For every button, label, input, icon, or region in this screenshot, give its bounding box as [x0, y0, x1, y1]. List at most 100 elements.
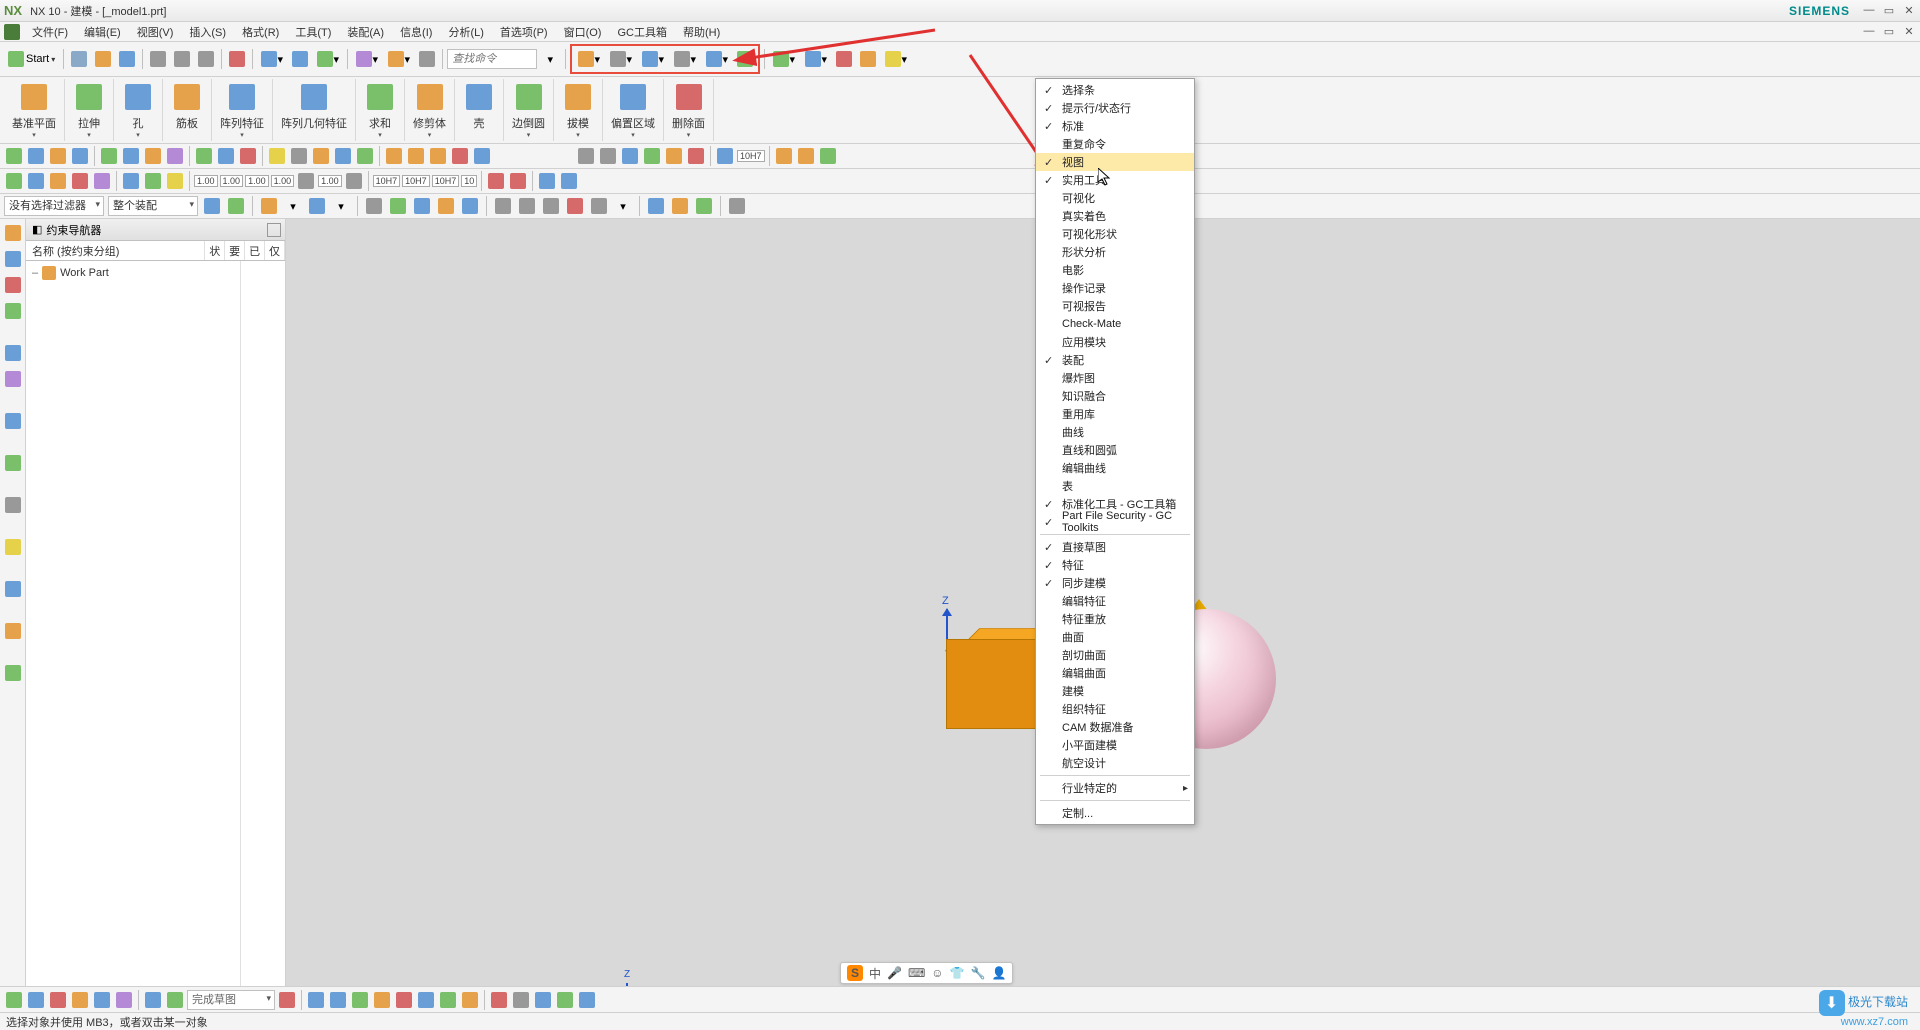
ctx-item[interactable]: 重复命令	[1036, 135, 1194, 153]
st2-btn6[interactable]	[121, 171, 141, 191]
save-button[interactable]	[116, 48, 138, 70]
ctx-item[interactable]: 可视化	[1036, 189, 1194, 207]
st1-btn21[interactable]	[472, 146, 492, 166]
ctx-item[interactable]: 同步建模	[1036, 574, 1194, 592]
st2-btn11[interactable]	[486, 171, 506, 191]
ctx-item[interactable]: 直接草图	[1036, 538, 1194, 556]
ctx-item[interactable]: 编辑曲面	[1036, 664, 1194, 682]
st2-btn4[interactable]	[70, 171, 90, 191]
ctx-item[interactable]: 直线和圆弧	[1036, 441, 1194, 459]
menu-analysis[interactable]: 分析(L)	[440, 22, 491, 42]
st1-btn30[interactable]	[796, 146, 816, 166]
ctx-item[interactable]: 曲面	[1036, 628, 1194, 646]
rg-offset-region[interactable]: 偏置区域▾	[603, 79, 664, 141]
ctx-item[interactable]: 曲线	[1036, 423, 1194, 441]
fb-btn7[interactable]	[364, 196, 384, 216]
rg-draft[interactable]: 拔模▾	[554, 79, 603, 141]
st1-btn2[interactable]	[26, 146, 46, 166]
ctx-item[interactable]: 提示行/状态行	[1036, 99, 1194, 117]
resource-history-button[interactable]	[3, 453, 23, 473]
st1-btn18[interactable]	[406, 146, 426, 166]
bt-btn21[interactable]	[555, 990, 575, 1010]
st2-btn14[interactable]	[559, 171, 579, 191]
doc-restore-button[interactable]: ▭	[1882, 25, 1896, 39]
fb-btn11[interactable]	[460, 196, 480, 216]
fb-btn9[interactable]	[412, 196, 432, 216]
ctx-item[interactable]: 标准	[1036, 117, 1194, 135]
st1-btn17[interactable]	[384, 146, 404, 166]
menu-gctoolkit[interactable]: GC工具箱	[609, 22, 675, 42]
nav-col-1[interactable]: 状	[205, 241, 225, 260]
fb-btn15[interactable]	[565, 196, 585, 216]
ctx-item[interactable]: 操作记录	[1036, 279, 1194, 297]
rg-rib[interactable]: 筋板	[163, 79, 212, 141]
ctx-item[interactable]: 编辑曲线	[1036, 459, 1194, 477]
menu-tools[interactable]: 工具(T)	[287, 22, 339, 42]
ctx-item[interactable]: 剖切曲面	[1036, 646, 1194, 664]
minimize-button[interactable]: —	[1862, 4, 1876, 18]
fb-btn18[interactable]	[646, 196, 666, 216]
ime-lang[interactable]: 中	[869, 965, 881, 982]
ctx-item[interactable]: Part File Security - GC Toolkits	[1036, 513, 1194, 531]
st1-btn3[interactable]	[48, 146, 68, 166]
bt-btn3[interactable]	[48, 990, 68, 1010]
doc-minimize-button[interactable]: —	[1862, 25, 1876, 39]
bt-btn10[interactable]	[306, 990, 326, 1010]
resource-library-button[interactable]	[3, 369, 23, 389]
measure-button[interactable]: ▾	[352, 48, 382, 70]
resource-last-button[interactable]	[3, 663, 23, 683]
ctx-item[interactable]: 表	[1036, 477, 1194, 495]
ctx-item[interactable]: 选择条	[1036, 81, 1194, 99]
rg-pattern-feature[interactable]: 阵列特征▾	[212, 79, 273, 141]
bt-btn18[interactable]	[489, 990, 509, 1010]
resource-assy-button[interactable]	[3, 275, 23, 295]
ctx-item[interactable]: 形状分析	[1036, 243, 1194, 261]
ime-voice-icon[interactable]: 🎤	[887, 966, 902, 980]
st1-btn14[interactable]	[311, 146, 331, 166]
st1-btn6[interactable]	[121, 146, 141, 166]
model-cube[interactable]	[946, 639, 1046, 739]
menu-file[interactable]: 文件(F)	[24, 22, 76, 42]
rg-unite[interactable]: 求和▾	[356, 79, 405, 141]
ime-keyboard-icon[interactable]: ⌨	[908, 966, 925, 980]
st1-btn16[interactable]	[355, 146, 375, 166]
st1-btn7[interactable]	[143, 146, 163, 166]
resource-reuse-button[interactable]	[3, 343, 23, 363]
bt-btn6[interactable]	[114, 990, 134, 1010]
resource-part-button[interactable]	[3, 249, 23, 269]
st1-btn15[interactable]	[333, 146, 353, 166]
bt-btn2[interactable]	[26, 990, 46, 1010]
st1-btn19[interactable]	[428, 146, 448, 166]
resource-tool1-button[interactable]	[3, 537, 23, 557]
restore-button[interactable]: ▭	[1882, 4, 1896, 18]
ctx-item[interactable]: 编辑特征	[1036, 592, 1194, 610]
fb-btn10[interactable]	[436, 196, 456, 216]
menu-insert[interactable]: 插入(S)	[181, 22, 234, 42]
st2-btn2[interactable]	[26, 171, 46, 191]
ctx-item[interactable]: 真实着色	[1036, 207, 1194, 225]
ctx-item[interactable]: 特征重放	[1036, 610, 1194, 628]
st2-btn9[interactable]	[296, 171, 316, 191]
ctx-item[interactable]: 可视报告	[1036, 297, 1194, 315]
delete-button[interactable]	[226, 48, 248, 70]
ctx-item[interactable]: 实用工具	[1036, 171, 1194, 189]
st1-btn20[interactable]	[450, 146, 470, 166]
ctx-item[interactable]: 航空设计	[1036, 754, 1194, 772]
bt-btn12[interactable]	[350, 990, 370, 1010]
ctx-item[interactable]: 小平面建模	[1036, 736, 1194, 754]
ctx-item[interactable]: 行业特定的	[1036, 779, 1194, 797]
fit-button[interactable]: ▾	[574, 48, 604, 70]
paste-button[interactable]	[195, 48, 217, 70]
bt-btn19[interactable]	[511, 990, 531, 1010]
ctx-item[interactable]: 知识融合	[1036, 387, 1194, 405]
bt-btn4[interactable]	[70, 990, 90, 1010]
nav-col-2[interactable]: 要	[225, 241, 245, 260]
st1-btn9[interactable]	[194, 146, 214, 166]
navigator-body[interactable]: – Work Part	[26, 261, 285, 1009]
nav-col-4[interactable]: 仅	[265, 241, 285, 260]
st1-btn23[interactable]	[598, 146, 618, 166]
fb-btn17[interactable]: ▾	[613, 196, 633, 216]
st2-btn13[interactable]	[537, 171, 557, 191]
menu-edit[interactable]: 编辑(E)	[76, 22, 129, 42]
st1-btn4[interactable]	[70, 146, 90, 166]
